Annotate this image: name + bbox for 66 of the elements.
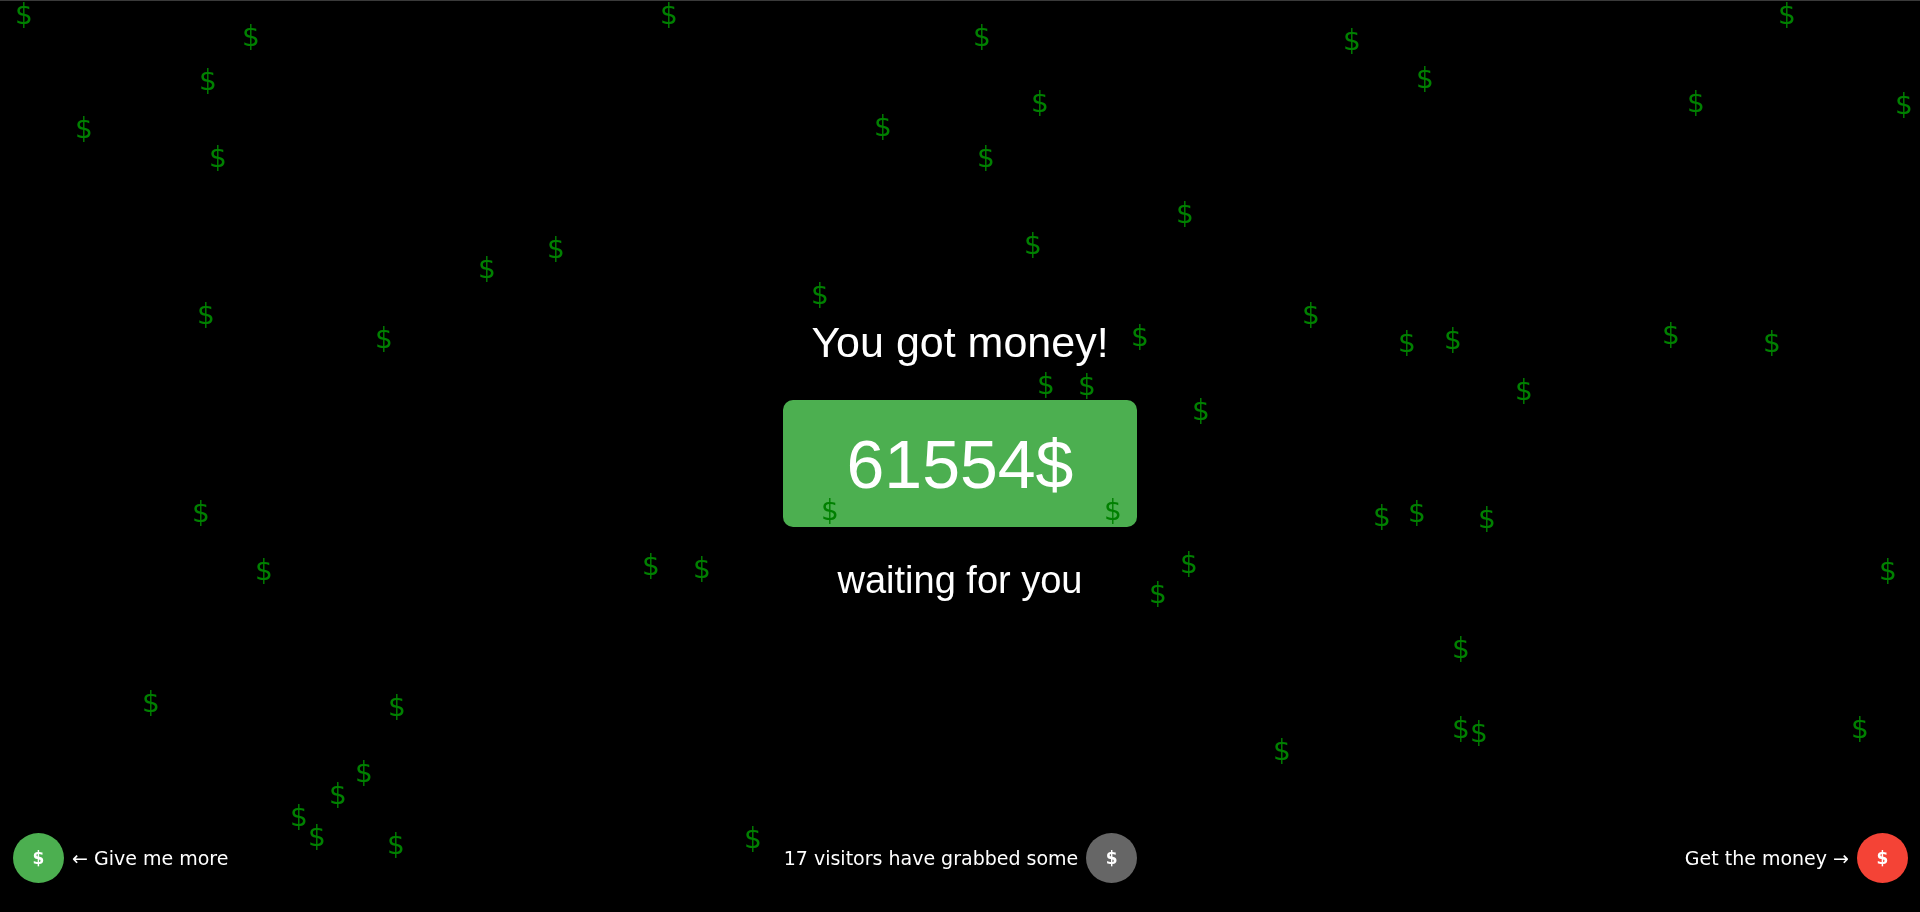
falling-dollar-sign: $	[642, 552, 660, 580]
subheading: waiting for you	[837, 558, 1083, 604]
falling-dollar-sign: $	[1478, 505, 1496, 533]
falling-dollar-sign: $	[15, 1, 33, 29]
falling-dollar-sign: $	[192, 499, 210, 527]
falling-dollar-sign: $	[329, 781, 347, 809]
falling-dollar-sign: $	[1104, 497, 1122, 525]
falling-dollar-sign: $	[1778, 1, 1796, 29]
falling-dollar-sign: $	[1149, 580, 1167, 608]
footer-label: Get the money →	[1684, 846, 1849, 870]
falling-dollar-sign: $	[1180, 550, 1198, 578]
falling-dollar-sign: $	[1176, 200, 1194, 228]
falling-dollar-sign: $	[973, 23, 991, 51]
falling-dollar-sign: $	[387, 831, 405, 859]
dollar-button[interactable]: $	[1857, 833, 1908, 883]
falling-dollar-sign: $	[1452, 635, 1470, 663]
falling-dollar-sign: $	[355, 759, 373, 787]
falling-dollar-sign: $	[1452, 715, 1470, 743]
falling-dollar-sign: $	[1192, 397, 1210, 425]
falling-dollar-sign: $	[1273, 737, 1291, 765]
falling-dollar-sign: $	[1408, 499, 1426, 527]
falling-dollar-sign: $	[197, 301, 215, 329]
footer-label: ← Give me more	[72, 846, 229, 870]
falling-dollar-sign: $	[1024, 231, 1042, 259]
falling-dollar-sign: $	[1131, 323, 1149, 351]
falling-dollar-sign: $	[1515, 377, 1533, 405]
falling-dollar-sign: $	[199, 67, 217, 95]
falling-dollar-sign: $	[1398, 329, 1416, 357]
dollar-button[interactable]: $	[1086, 833, 1138, 883]
falling-dollar-sign: $	[811, 281, 829, 309]
falling-dollar-sign: $	[744, 825, 762, 853]
falling-dollar-sign: $	[1851, 715, 1869, 743]
falling-dollar-sign: $	[1879, 557, 1897, 585]
falling-dollar-sign: $	[1302, 301, 1320, 329]
footer-label: 17 visitors have grabbed some	[783, 846, 1079, 870]
heading: You got money!	[811, 318, 1109, 368]
falling-dollar-sign: $	[478, 255, 496, 283]
falling-dollar-sign: $	[1470, 719, 1488, 747]
falling-dollar-sign: $	[242, 23, 260, 51]
falling-dollar-sign: $	[1687, 89, 1705, 117]
amount-text: 61554$	[846, 429, 1074, 498]
falling-dollar-sign: $	[1895, 91, 1913, 119]
falling-dollar-sign: $	[1444, 326, 1462, 354]
falling-dollar-sign: $	[375, 325, 393, 353]
falling-dollar-sign: $	[874, 113, 892, 141]
falling-dollar-sign: $	[693, 555, 711, 583]
falling-dollar-sign: $	[1343, 27, 1361, 55]
falling-dollar-sign: $	[308, 823, 326, 851]
falling-dollar-sign: $	[290, 803, 308, 831]
falling-dollar-sign: $	[209, 144, 227, 172]
falling-dollar-sign: $	[1662, 321, 1680, 349]
falling-dollar-sign: $	[547, 235, 565, 263]
falling-dollar-sign: $	[1373, 503, 1391, 531]
dollar-button[interactable]: $	[13, 833, 64, 883]
falling-dollar-sign: $	[1763, 329, 1781, 357]
falling-dollar-sign: $	[75, 115, 93, 143]
falling-dollar-sign: $	[977, 144, 995, 172]
falling-dollar-sign: $	[821, 497, 839, 525]
falling-dollar-sign: $	[388, 693, 406, 721]
falling-dollar-sign: $	[1078, 372, 1096, 400]
falling-dollar-sign: $	[1416, 65, 1434, 93]
falling-dollar-sign: $	[142, 689, 160, 717]
falling-dollar-sign: $	[1037, 371, 1055, 399]
falling-dollar-sign: $	[1031, 89, 1049, 117]
falling-dollar-sign: $	[255, 557, 273, 585]
falling-dollar-sign: $	[660, 1, 678, 29]
